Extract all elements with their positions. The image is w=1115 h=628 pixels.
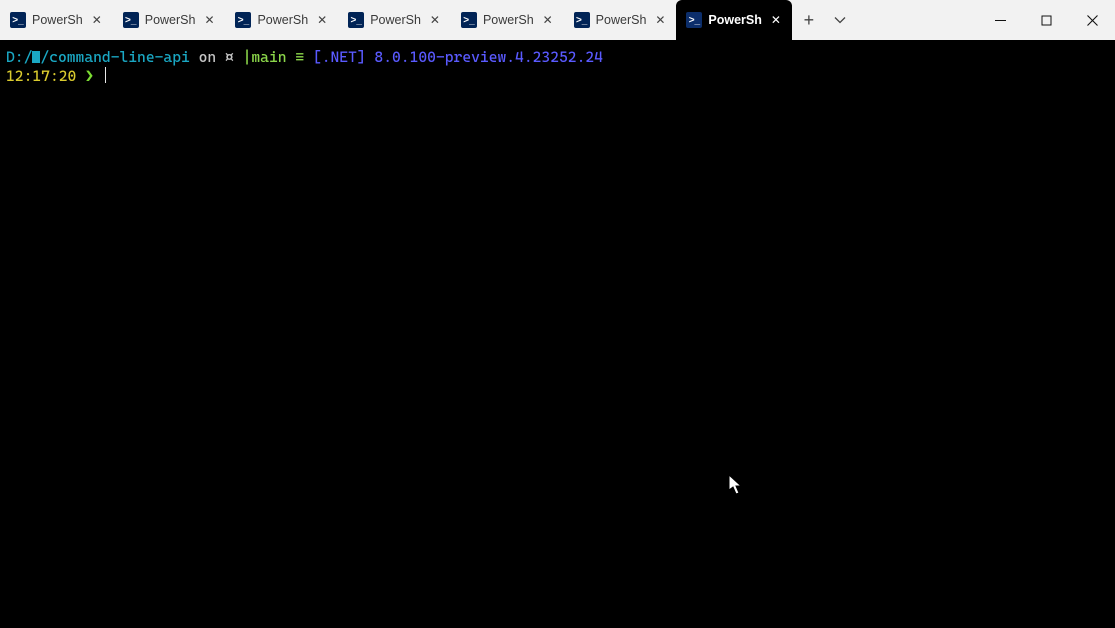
window-controls [977,0,1115,40]
close-window-button[interactable] [1069,0,1115,40]
tab-strip: >_ PowerSh ✕ >_ PowerSh ✕ >_ PowerSh ✕ >… [0,0,792,40]
time-segment: 12:17:20 [6,67,76,85]
close-tab-icon[interactable]: ✕ [427,12,443,28]
close-tab-icon[interactable]: ✕ [314,12,330,28]
tab-label: PowerSh [145,14,196,27]
maximize-button[interactable] [1023,0,1069,40]
chevron-down-icon [834,14,846,26]
minimize-button[interactable] [977,0,1023,40]
tab-item-active[interactable]: >_ PowerSh ✕ [676,0,792,40]
powershell-icon: >_ [461,12,477,28]
maximize-icon [1041,15,1052,26]
powershell-icon: >_ [686,12,702,28]
powershell-icon: >_ [10,12,26,28]
tab-label: PowerSh [257,14,308,27]
titlebar-drag-area[interactable] [854,0,977,40]
branch-name: main [251,48,286,66]
new-tab-button[interactable]: + [792,0,826,40]
close-tab-icon[interactable]: ✕ [768,12,784,28]
tab-item[interactable]: >_ PowerSh ✕ [0,0,113,40]
titlebar: >_ PowerSh ✕ >_ PowerSh ✕ >_ PowerSh ✕ >… [0,0,1115,40]
powershell-icon: >_ [574,12,590,28]
minimize-icon [995,15,1006,26]
tab-label: PowerSh [596,14,647,27]
close-tab-icon[interactable]: ✕ [89,12,105,28]
tab-item[interactable]: >_ PowerSh ✕ [338,0,451,40]
tab-label: PowerSh [708,14,762,27]
powershell-icon: >_ [123,12,139,28]
tab-label: PowerSh [370,14,421,27]
prompt-line-1: D://command-line-api on ¤ |main ≡ [.NET]… [6,48,603,66]
close-tab-icon[interactable]: ✕ [652,12,668,28]
github-icon: ¤ [225,48,234,66]
close-tab-icon[interactable]: ✕ [540,12,556,28]
close-tab-icon[interactable]: ✕ [201,12,217,28]
branch-segment: |main [243,48,287,66]
tab-label: PowerSh [32,14,83,27]
prompt-symbol: ❯ [85,67,94,85]
powershell-icon: >_ [348,12,364,28]
dotnet-version: [.NET] 8.0.100-preview.4.23252.24 [313,48,603,66]
new-tab-dropdown[interactable] [826,0,854,40]
tab-item[interactable]: >_ PowerSh ✕ [113,0,226,40]
close-icon [1087,15,1098,26]
tab-item[interactable]: >_ PowerSh ✕ [451,0,564,40]
path-segment: D://command-line-api [6,48,190,66]
tab-label: PowerSh [483,14,534,27]
tab-item[interactable]: >_ PowerSh ✕ [225,0,338,40]
powershell-icon: >_ [235,12,251,28]
terminal-cursor [105,67,106,83]
prompt-line-2: 12:17:20 ❯ [6,67,106,85]
on-text: on [199,48,217,66]
tab-item[interactable]: >_ PowerSh ✕ [564,0,677,40]
sync-equiv-icon: ≡ [295,48,304,66]
terminal-viewport[interactable]: D://command-line-api on ¤ |main ≡ [.NET]… [0,40,1115,628]
